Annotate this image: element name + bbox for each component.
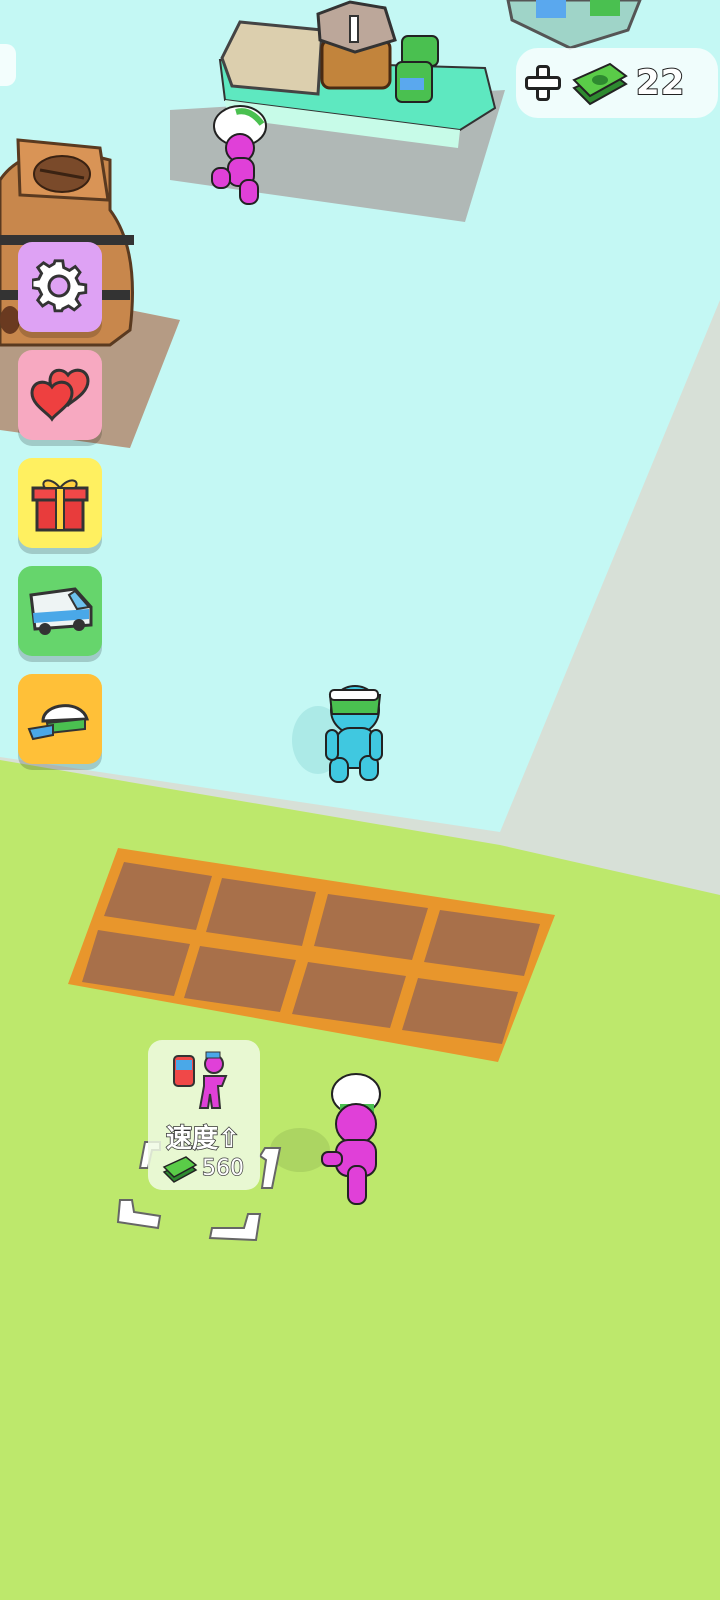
van-icon <box>29 587 93 635</box>
settings-button[interactable] <box>18 242 102 332</box>
cash-stack-icon <box>572 62 628 106</box>
game-world <box>0 0 720 1600</box>
delivery-button[interactable] <box>18 566 102 656</box>
gift-button[interactable] <box>18 458 102 548</box>
arrow-up-icon: ⇧ <box>217 1123 240 1155</box>
cap-icon <box>27 704 89 741</box>
gift-box-icon <box>31 479 89 532</box>
money-amount: 22 <box>635 62 686 104</box>
cash-icon <box>162 1156 198 1183</box>
hearts-icon <box>30 368 90 422</box>
upgrade-cost: 560 <box>201 1155 245 1182</box>
speed-upgrade-icon <box>173 1051 228 1109</box>
hat-shop-button[interactable] <box>18 674 102 764</box>
speed-upgrade-card[interactable]: 速度⇧ 560 <box>148 1040 260 1190</box>
upgrade-label: 速度⇧ <box>165 1123 240 1155</box>
gear-icon <box>32 259 88 313</box>
edge-panel[interactable] <box>0 44 16 86</box>
favorites-button[interactable] <box>18 350 102 440</box>
plus-icon[interactable] <box>522 63 562 103</box>
money-counter: 22 <box>516 48 718 118</box>
